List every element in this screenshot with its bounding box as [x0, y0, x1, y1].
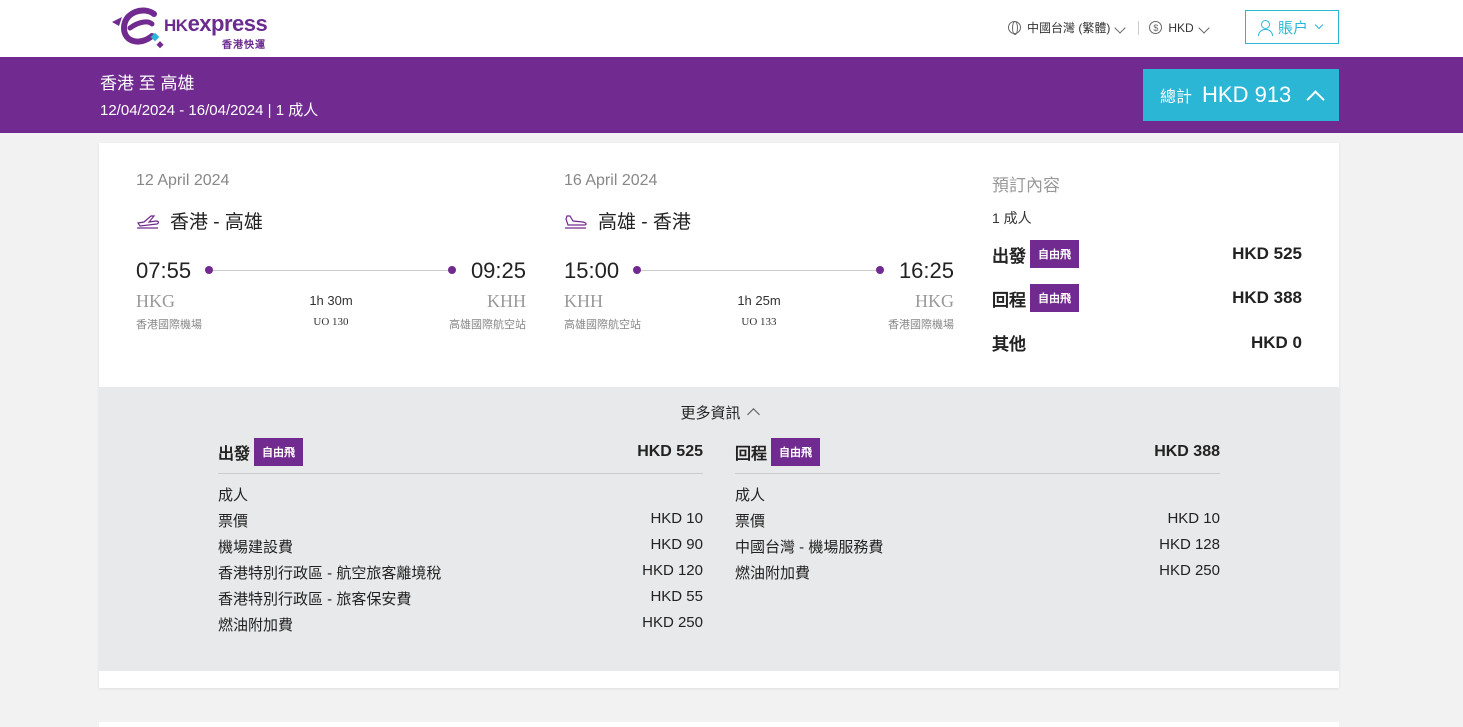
booking-details-card: 12 April 2024 香港 - 高雄 07:55 09:25 HKG 1h… [99, 143, 1339, 688]
fee-row: 中國台灣 - 機場服務費 HKD 128 [735, 536, 1220, 556]
arrival-code: KHH [487, 291, 526, 311]
locale-controls: 中國台灣 (繁體) $ HKD [1008, 19, 1212, 36]
trip-dates-pax: 12/04/2024 - 16/04/2024 | 1 成人 [100, 102, 319, 119]
pax-section-label: 成人 [218, 487, 249, 504]
total-price-toggle[interactable]: 總計 HKD 913 [1143, 69, 1339, 121]
arrival-dot [448, 266, 456, 274]
chevron-up-icon [1306, 89, 1325, 109]
arrival-airport: 高雄國際航空站 [449, 319, 526, 331]
more-info-toggle[interactable]: 更多資訊 [99, 402, 1339, 423]
arrival-code: HKG [915, 291, 954, 311]
trip-summary-band: 香港 至 高雄 12/04/2024 - 16/04/2024 | 1 成人 總… [0, 57, 1463, 133]
brand-name: HKexpress [164, 11, 268, 36]
region-selector[interactable]: 中國台灣 (繁體) [1027, 19, 1128, 36]
account-button[interactable]: 賬户 [1245, 10, 1339, 44]
trip-route-title: 香港 至 高雄 [100, 74, 195, 93]
inbound-breakdown: 回程 自由飛 HKD 388 成人 票價 HKD 10 中國台灣 - 機場服務費 H… [735, 438, 1220, 582]
fee-row: 票價 HKD 10 [218, 510, 703, 530]
chevron-up-icon [746, 408, 760, 421]
fare-tag: 自由飛 [1030, 240, 1079, 268]
departure-time: 15:00 [564, 258, 620, 283]
fee-row: 香港特別行政區 - 旅客保安費 HKD 55 [218, 588, 703, 608]
total-amount: HKD 913 [1202, 82, 1292, 107]
fare-tag: 自由飛 [771, 438, 821, 466]
flight-duration: 1h 25m [737, 293, 781, 308]
passenger-count: 1 成人 [992, 210, 1032, 226]
divider [1138, 20, 1140, 35]
summary-depart-row: 出發 自由飛 HKD 525 [992, 240, 1302, 268]
return-amount: HKD 388 [1232, 288, 1302, 307]
fare-tag: 自由飛 [1030, 284, 1079, 312]
fare-tag: 自由飛 [254, 438, 304, 466]
leg-route: 高雄 - 香港 [564, 207, 691, 234]
leg-date: 16 April 2024 [564, 172, 658, 189]
arrival-time: 09:25 [470, 258, 526, 283]
user-icon [1257, 19, 1273, 36]
leg-date: 12 April 2024 [136, 172, 230, 189]
landing-plane-icon [565, 214, 587, 229]
chevron-down-icon [1198, 21, 1210, 34]
flight-duration: 1h 30m [309, 293, 353, 308]
breakdown-header: 回程 自由飛 HKD 388 [735, 438, 1220, 474]
fee-row: 燃油附加費 HKD 250 [218, 614, 703, 634]
chevron-down-icon [1114, 22, 1126, 34]
breakdown-header: 出發 自由飛 HKD 525 [218, 438, 703, 474]
departure-dot [205, 266, 213, 274]
departure-dot [633, 266, 641, 274]
next-card-edge [99, 722, 1339, 727]
hk-express-logo[interactable]: HKexpress 香港快運 [110, 6, 280, 51]
flight-line [209, 270, 452, 271]
brand-sub: 香港快運 [222, 40, 266, 51]
total-label: 總計 [1160, 89, 1193, 106]
flight-line [637, 270, 880, 271]
fee-row: 票價 HKD 10 [735, 510, 1220, 530]
price-breakdown-panel: 更多資訊 出發 自由飛 HKD 525 成人 票價 HKD 10 機場建設費 HKD… [99, 387, 1339, 671]
fee-row: 機場建設費 HKD 90 [218, 536, 703, 556]
currency-selector[interactable]: HKD [1168, 21, 1211, 35]
arrival-dot [876, 266, 884, 274]
leg-route: 香港 - 高雄 [136, 207, 263, 234]
summary-title: 預訂內容 [992, 176, 1060, 195]
other-amount: HKD 0 [1250, 332, 1302, 352]
summary-other-row: 其他 HKD 0 [992, 332, 1302, 355]
globe-icon [1008, 21, 1021, 35]
currency-icon: $ [1149, 21, 1163, 34]
takeoff-plane-icon [136, 214, 159, 229]
arrival-airport: 香港國際機場 [888, 319, 954, 331]
depart-amount: HKD 525 [1232, 244, 1302, 263]
summary-return-row: 回程 自由飛 HKD 388 [992, 284, 1302, 312]
account-label: 賬户 [1277, 19, 1308, 37]
outbound-breakdown: 出發 自由飛 HKD 525 成人 票價 HKD 10 機場建設費 HKD 90 香… [218, 438, 703, 634]
arrival-time: 16:25 [898, 258, 954, 283]
fee-row: 香港特別行政區 - 航空旅客離境稅 HKD 120 [218, 562, 703, 582]
pax-section-label: 成人 [735, 487, 766, 504]
logo-e-icon [112, 7, 164, 49]
chevron-down-icon [1314, 20, 1324, 30]
top-header: HKexpress 香港快運 中國台灣 (繁體) $ HKD 賬户 [0, 0, 1463, 57]
departure-time: 07:55 [136, 258, 192, 283]
fee-row: 燃油附加費 HKD 250 [735, 562, 1220, 582]
